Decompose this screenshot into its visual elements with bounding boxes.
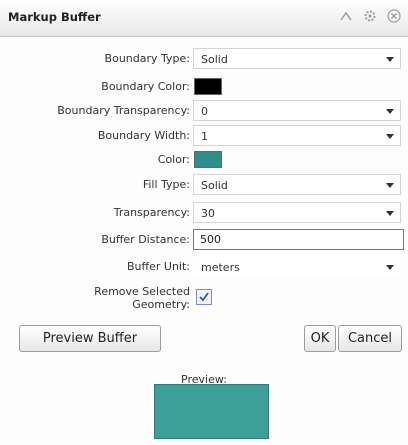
checkmark-icon	[199, 292, 209, 302]
boundary-width-dropdown[interactable]: 1	[193, 125, 401, 146]
color-row: Color:	[0, 148, 408, 172]
chevron-down-icon	[386, 57, 394, 62]
buffer-preview-swatch	[154, 384, 269, 439]
fill-type-value: Solid	[201, 179, 228, 192]
boundary-transparency-value: 0	[201, 105, 208, 118]
chevron-down-icon	[386, 109, 394, 114]
transparency-value: 30	[201, 207, 215, 220]
chevron-down-icon	[386, 265, 394, 270]
transparency-label: Transparency:	[113, 206, 190, 219]
buffer-unit-value: meters	[201, 261, 240, 274]
boundary-type-value: Solid	[201, 53, 228, 66]
boundary-type-row: Boundary Type: Solid	[0, 47, 408, 71]
transparency-row: Transparency: 30	[0, 201, 408, 225]
ok-button[interactable]: OK	[304, 325, 336, 352]
chevron-down-icon	[386, 211, 394, 216]
panel-title: Markup Buffer	[8, 10, 101, 24]
fill-type-label: Fill Type:	[142, 178, 190, 191]
fill-color-swatch[interactable]	[194, 151, 222, 168]
buffer-distance-input[interactable]	[193, 229, 404, 250]
buffer-unit-dropdown[interactable]: meters	[193, 256, 401, 277]
settings-icon[interactable]	[362, 8, 378, 24]
buffer-distance-row: Buffer Distance:	[0, 228, 408, 252]
boundary-transparency-label: Boundary Transparency:	[57, 104, 190, 117]
transparency-dropdown[interactable]: 30	[193, 202, 401, 223]
boundary-color-row: Boundary Color:	[0, 75, 408, 99]
boundary-width-label: Boundary Width:	[97, 129, 190, 142]
boundary-width-value: 1	[201, 130, 208, 143]
remove-selected-checkbox[interactable]	[196, 289, 212, 305]
buffer-distance-label: Buffer Distance:	[101, 233, 190, 246]
boundary-transparency-dropdown[interactable]: 0	[193, 100, 401, 121]
chevron-down-icon	[386, 183, 394, 188]
buffer-unit-label: Buffer Unit:	[127, 260, 190, 273]
markup-buffer-panel: Markup Buffer Boundary Type: Solid Bound…	[0, 0, 408, 445]
boundary-type-dropdown[interactable]: Solid	[193, 48, 401, 69]
remove-selected-label: Remove Selected Geometry:	[94, 285, 190, 311]
boundary-type-label: Boundary Type:	[104, 52, 190, 65]
preview-buffer-button[interactable]: Preview Buffer	[19, 325, 161, 352]
fill-type-row: Fill Type: Solid	[0, 173, 408, 197]
fill-type-dropdown[interactable]: Solid	[193, 174, 401, 195]
boundary-color-label: Boundary Color:	[101, 80, 190, 93]
remove-selected-row: Remove Selected Geometry:	[0, 283, 408, 319]
buffer-unit-row: Buffer Unit: meters	[0, 255, 408, 279]
boundary-width-row: Boundary Width: 1	[0, 124, 408, 148]
close-icon[interactable]	[386, 8, 402, 24]
boundary-color-swatch[interactable]	[194, 78, 222, 95]
title-bar: Markup Buffer	[0, 0, 408, 37]
boundary-transparency-row: Boundary Transparency: 0	[0, 99, 408, 123]
cancel-button[interactable]: Cancel	[338, 325, 402, 352]
collapse-icon[interactable]	[338, 8, 354, 24]
color-label: Color:	[157, 153, 190, 166]
chevron-down-icon	[386, 134, 394, 139]
